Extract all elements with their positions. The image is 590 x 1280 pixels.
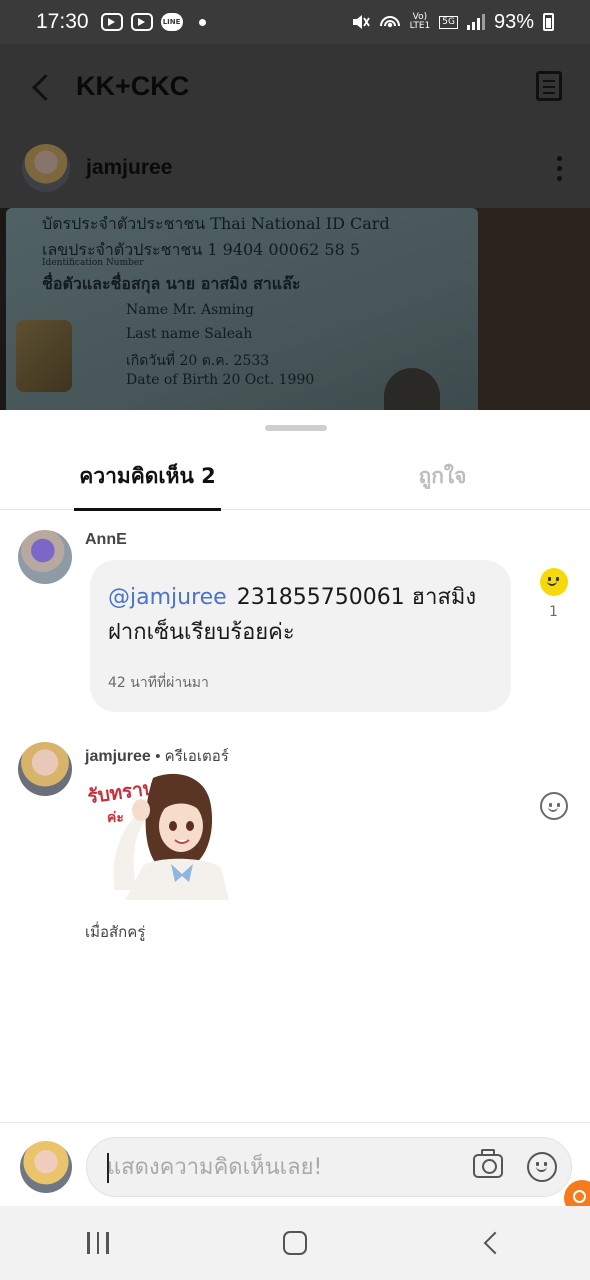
volte-indicator: Vo) LTE1 [410, 13, 431, 31]
camera-icon[interactable] [473, 1149, 503, 1178]
avatar [20, 1141, 72, 1193]
battery-percent: 93% [493, 10, 534, 33]
status-left: 17:30 LINE [36, 10, 206, 34]
status-bar: 17:30 LINE Vo) LTE1 5G 93% [0, 0, 590, 44]
comment-item: jamjuree • ครีเอเตอร์ รับทราบ ค่ะ เมื่อส… [0, 742, 590, 942]
screen: 17:30 LINE Vo) LTE1 5G 93% KK+CKC jamjur… [0, 0, 590, 1280]
sticker-image[interactable]: รับทราบ ค่ะ [85, 770, 235, 900]
comment-input-container[interactable] [86, 1137, 572, 1197]
status-right: Vo) LTE1 5G 93% [350, 11, 554, 34]
dim-overlay[interactable] [0, 44, 590, 410]
sticker-text: ค่ะ [107, 810, 124, 826]
status-time: 17:30 [36, 10, 89, 33]
emoji-icon[interactable] [527, 1152, 557, 1182]
notification-dot-icon [198, 18, 206, 26]
home-icon[interactable] [282, 1231, 307, 1255]
avatar[interactable] [18, 530, 72, 584]
mention-link[interactable]: @jamjuree [108, 585, 227, 610]
video-app-icon [130, 13, 153, 31]
drag-handle[interactable] [265, 425, 327, 431]
battery-icon [543, 13, 554, 31]
system-back-icon[interactable] [483, 1231, 507, 1255]
reaction-smile-icon[interactable] [540, 568, 568, 596]
comment-text: @jamjuree 231855750061 ฮาสมิง ฝากเซ็นเรีย… [108, 580, 493, 650]
comment-time: เมื่อสักครู่ [85, 923, 146, 941]
hotspot-icon [379, 16, 400, 28]
comment-bubble[interactable]: @jamjuree 231855750061 ฮาสมิง ฝากเซ็นเรีย… [90, 560, 511, 712]
comment-composer [0, 1122, 590, 1206]
comment-input[interactable] [107, 1138, 447, 1196]
comments-sheet: ความคิดเห็น 2 ถูกใจ AnnE @jamjuree 231855… [0, 410, 590, 1205]
comment-time: 42 นาทีที่ผ่านมา [108, 675, 209, 691]
recent-apps-icon[interactable] [87, 1232, 109, 1254]
avatar[interactable] [18, 742, 72, 796]
comment-author[interactable]: AnnE [85, 531, 127, 549]
creator-badge: • ครีเอเตอร์ [155, 748, 229, 765]
system-nav-bar [0, 1206, 590, 1280]
mute-icon [352, 15, 370, 29]
add-reaction-icon[interactable] [540, 792, 568, 820]
tab-likes[interactable]: ถูกใจ [295, 450, 590, 510]
tab-bar: ความคิดเห็น 2 ถูกใจ [0, 450, 590, 511]
post-page-background: KK+CKC jamjuree บัตรประจำตัวประชาชน Thai… [0, 44, 590, 410]
network-5g-label: 5G [439, 15, 458, 29]
comment-author-row: jamjuree • ครีเอเตอร์ [85, 744, 229, 768]
comment-author[interactable]: jamjuree [85, 748, 151, 765]
comment-item: AnnE @jamjuree 231855750061 ฮาสมิง ฝากเซ็… [0, 528, 590, 718]
video-app-icon [100, 13, 123, 31]
signal-icon [466, 14, 485, 30]
tab-comments[interactable]: ความคิดเห็น 2 [0, 450, 295, 511]
line-app-icon: LINE [160, 13, 183, 31]
reaction-count: 1 [549, 604, 558, 620]
lte-label: LTE1 [409, 21, 431, 31]
